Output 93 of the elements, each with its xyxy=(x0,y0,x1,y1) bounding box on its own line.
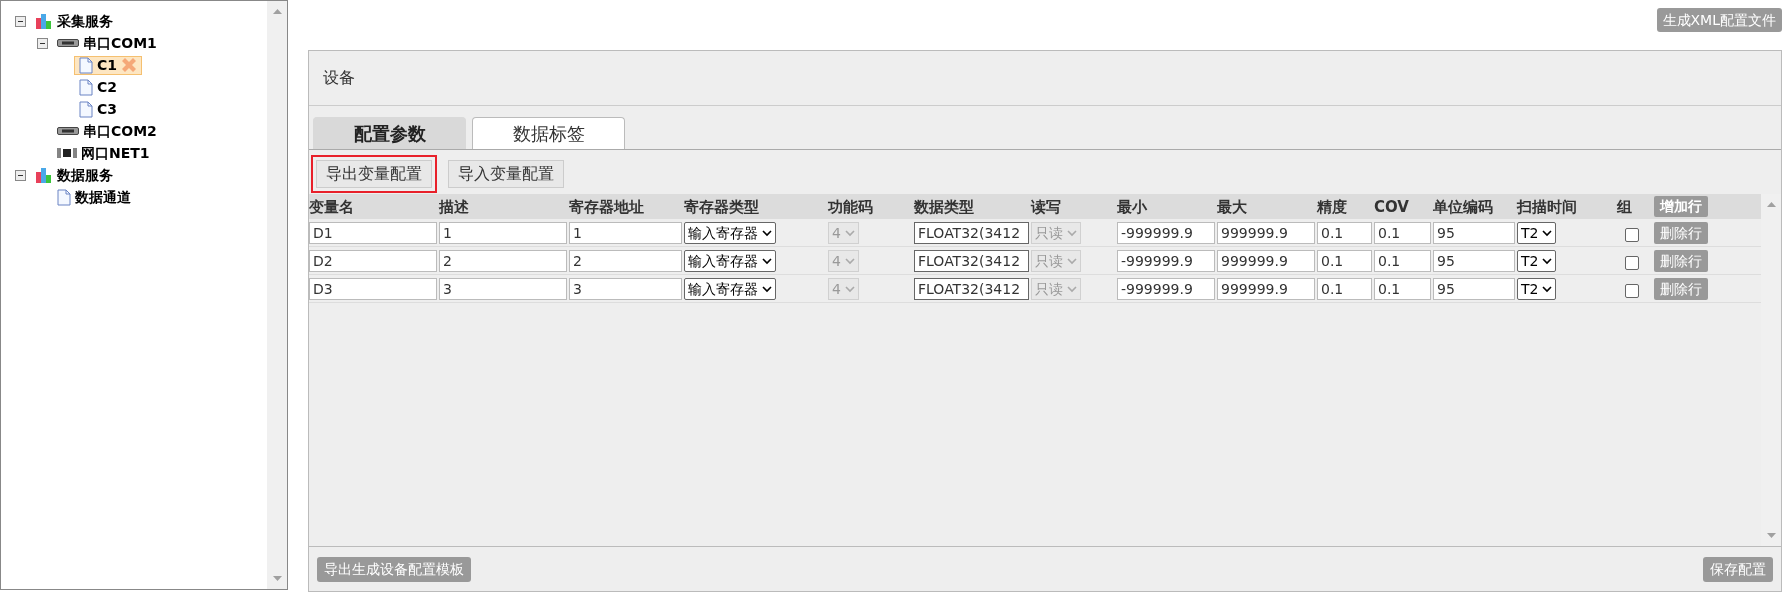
document-icon xyxy=(57,188,71,206)
column-header: 最小 xyxy=(1117,197,1147,216)
chevron-down-icon xyxy=(1067,285,1077,293)
column-header: COV xyxy=(1374,197,1409,216)
chevron-down-icon xyxy=(1542,285,1553,293)
text-field[interactable]: D1 xyxy=(309,221,437,244)
text-field[interactable]: 999999.9 xyxy=(1217,277,1315,300)
chevron-down-icon xyxy=(762,285,772,293)
network-port-icon xyxy=(57,147,77,159)
text-field[interactable]: 1 xyxy=(569,221,682,244)
text-field[interactable]: 0.1 xyxy=(1317,221,1372,244)
tree-item[interactable]: C3 xyxy=(74,99,122,119)
text-field[interactable]: 999999.9 xyxy=(1217,221,1315,244)
bar-chart-icon xyxy=(35,12,53,30)
dropdown[interactable]: 输入寄存器 xyxy=(684,278,776,300)
text-field[interactable]: 0.1 xyxy=(1317,249,1372,272)
collapse-icon[interactable] xyxy=(15,169,26,181)
remove-icon[interactable] xyxy=(121,57,137,73)
text-field[interactable]: 0.1 xyxy=(1374,277,1431,300)
text-field[interactable]: 0.1 xyxy=(1374,249,1431,272)
tab[interactable]: 数据标签 xyxy=(472,117,625,149)
text-field[interactable]: 2 xyxy=(569,249,682,272)
checkbox[interactable] xyxy=(1625,283,1639,298)
text-field[interactable]: D2 xyxy=(309,249,437,272)
text-field[interactable]: 0.1 xyxy=(1374,221,1431,244)
column-header: 扫描时间 xyxy=(1517,197,1577,216)
dropdown[interactable]: FLOAT32(3412 xyxy=(914,249,1029,272)
panel-title: 设备 xyxy=(323,67,355,89)
column-header: 描述 xyxy=(439,197,469,216)
column-header: 寄存器类型 xyxy=(684,197,759,216)
chevron-down-icon xyxy=(1542,257,1553,265)
dropdown[interactable]: FLOAT32(3412 xyxy=(914,277,1029,300)
tree-item[interactable]: 串口COM1 xyxy=(52,33,162,53)
document-icon xyxy=(79,100,93,118)
collapse-icon[interactable] xyxy=(37,37,48,49)
text-field[interactable]: -999999.9 xyxy=(1117,249,1215,272)
collapse-icon[interactable] xyxy=(15,15,26,27)
dropdown[interactable]: 输入寄存器 xyxy=(684,250,776,272)
column-header: 单位编码 xyxy=(1433,197,1493,216)
tree-item[interactable]: 数据通道 xyxy=(52,187,136,207)
serial-port-icon xyxy=(57,126,79,136)
chevron-down-icon xyxy=(1542,229,1553,237)
checkbox[interactable] xyxy=(1625,255,1639,270)
text-field[interactable]: 3 xyxy=(569,277,682,300)
bar-chart-icon xyxy=(35,166,53,184)
tree-item[interactable]: C1 xyxy=(74,55,142,75)
text-field[interactable]: 2 xyxy=(439,249,567,272)
chevron-down-icon xyxy=(762,229,772,237)
dropdown[interactable]: T2 xyxy=(1517,278,1557,300)
document-icon xyxy=(79,78,93,96)
chevron-down-icon xyxy=(1067,257,1077,265)
column-header: 最大 xyxy=(1217,197,1247,216)
chevron-down-icon xyxy=(844,285,855,293)
scrollbar[interactable] xyxy=(267,1,287,589)
tree-item[interactable]: C2 xyxy=(74,77,122,97)
dropdown[interactable]: 输入寄存器 xyxy=(684,222,776,244)
scroll-down-icon[interactable] xyxy=(1766,533,1776,538)
text-field[interactable]: 999999.9 xyxy=(1217,249,1315,272)
checkbox[interactable] xyxy=(1625,227,1639,242)
dropdown[interactable]: FLOAT32(3412 xyxy=(914,221,1029,244)
column-header: 精度 xyxy=(1317,197,1347,216)
tree-item[interactable]: 串口COM2 xyxy=(52,121,162,141)
tree-item[interactable]: 网口NET1 xyxy=(52,143,155,163)
document-icon xyxy=(79,56,93,74)
text-field[interactable]: 95 xyxy=(1433,277,1515,300)
action-button[interactable]: 导出变量配置 xyxy=(311,154,437,193)
scroll-down-icon[interactable] xyxy=(272,576,282,581)
serial-port-icon xyxy=(57,38,79,48)
chevron-down-icon xyxy=(762,257,772,265)
text-field[interactable]: -999999.9 xyxy=(1117,277,1215,300)
text-field[interactable]: 95 xyxy=(1433,221,1515,244)
text-field[interactable]: 1 xyxy=(439,221,567,244)
text-field[interactable]: 0.1 xyxy=(1317,277,1372,300)
column-header: 寄存器地址 xyxy=(569,197,644,216)
dropdown[interactable]: T2 xyxy=(1517,250,1557,272)
chevron-down-icon xyxy=(1067,229,1077,237)
scroll-up-icon[interactable] xyxy=(272,9,282,14)
column-header: 功能码 xyxy=(828,197,873,216)
column-header: 读写 xyxy=(1031,197,1061,216)
text-field[interactable]: 95 xyxy=(1433,249,1515,272)
chevron-down-icon xyxy=(844,257,855,265)
column-header: 变量名 xyxy=(309,197,354,216)
text-field[interactable]: 3 xyxy=(439,277,567,300)
scroll-up-icon[interactable] xyxy=(1766,202,1776,207)
column-header: 数据类型 xyxy=(914,197,974,216)
chevron-down-icon xyxy=(844,229,855,237)
tree-item[interactable]: 数据服务 xyxy=(30,165,118,185)
text-field[interactable]: D3 xyxy=(309,277,437,300)
tab[interactable]: 配置参数 xyxy=(313,117,466,149)
tree-item[interactable]: 采集服务 xyxy=(30,11,118,31)
column-header: 组 xyxy=(1617,197,1632,216)
text-field[interactable]: -999999.9 xyxy=(1117,221,1215,244)
dropdown[interactable]: T2 xyxy=(1517,222,1557,244)
